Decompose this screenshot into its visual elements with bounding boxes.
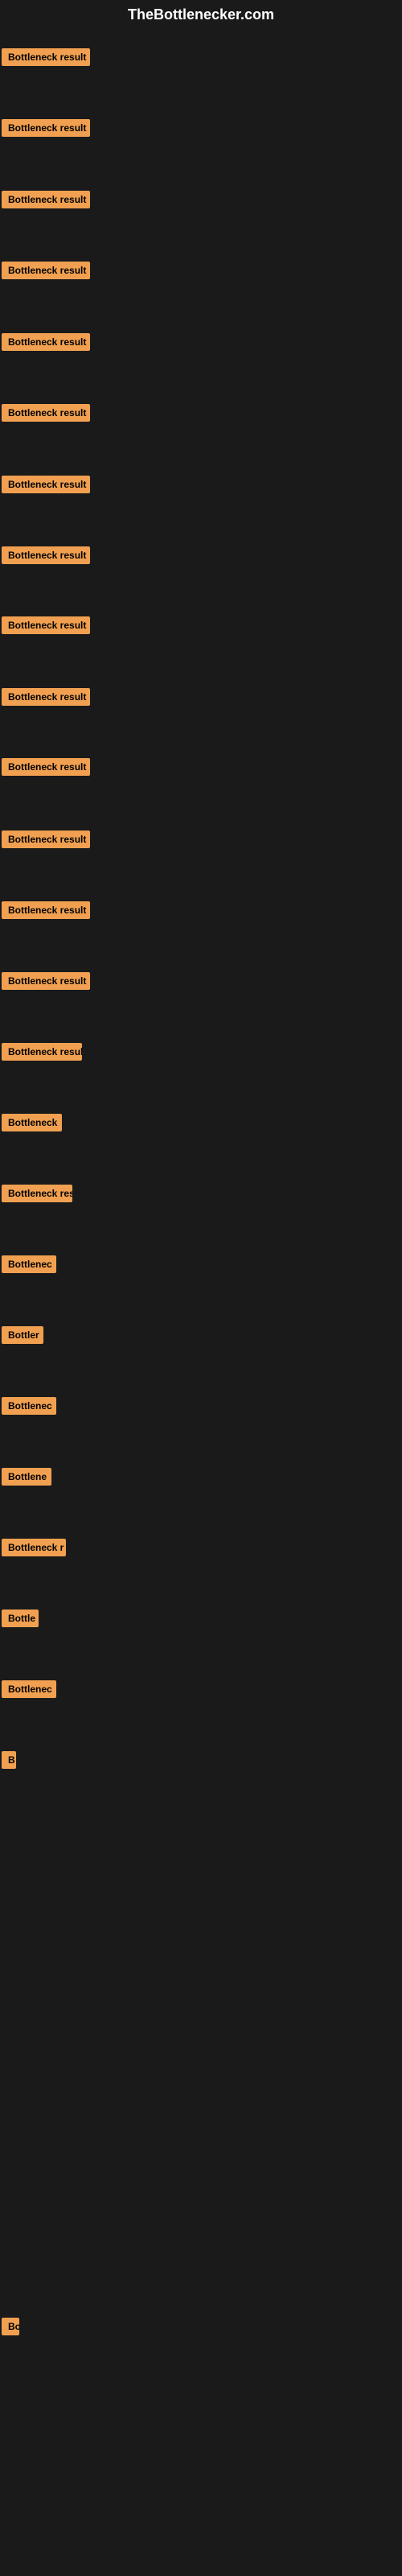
- bottleneck-badge[interactable]: Bottle: [2, 1609, 39, 1627]
- bottleneck-badge[interactable]: Bo: [2, 2318, 19, 2335]
- items-container: Bottleneck result Bottleneck result Bottle…: [0, 33, 402, 2576]
- bottleneck-badge[interactable]: Bottleneck result: [2, 333, 90, 351]
- bottleneck-badge[interactable]: Bottleneck result: [2, 48, 90, 66]
- bottleneck-badge[interactable]: Bottleneck result: [2, 758, 90, 776]
- bottleneck-badge[interactable]: Bottleneck result: [2, 901, 90, 919]
- bottleneck-badge[interactable]: Bottleneck r: [2, 1539, 66, 1556]
- site-title: TheBottlenecker.com: [0, 0, 402, 33]
- bottleneck-badge[interactable]: Bottleneck result: [2, 616, 90, 634]
- bottleneck-badge[interactable]: Bottleneck resul: [2, 1043, 82, 1061]
- bottleneck-badge[interactable]: Bottleneck result: [2, 404, 90, 422]
- bottleneck-badge[interactable]: Bottleneck result: [2, 191, 90, 208]
- bottleneck-badge[interactable]: Bottlenec: [2, 1680, 56, 1698]
- bottleneck-badge[interactable]: Bottleneck result: [2, 831, 90, 848]
- bottleneck-badge[interactable]: Bottlenec: [2, 1397, 56, 1415]
- bottleneck-badge[interactable]: Bottleneck result: [2, 972, 90, 990]
- bottleneck-badge[interactable]: Bottlenec: [2, 1255, 56, 1273]
- bottleneck-badge[interactable]: Bottleneck result: [2, 262, 90, 279]
- bottleneck-badge[interactable]: Bottleneck result: [2, 688, 90, 706]
- bottleneck-badge[interactable]: Bottleneck result: [2, 476, 90, 493]
- bottleneck-badge[interactable]: Bottleneck: [2, 1114, 62, 1131]
- bottleneck-badge[interactable]: Bottleneck result: [2, 119, 90, 137]
- bottleneck-badge[interactable]: B: [2, 1751, 16, 1769]
- bottleneck-badge[interactable]: Bottleneck res: [2, 1185, 72, 1202]
- bottleneck-badge[interactable]: Bottlene: [2, 1468, 51, 1486]
- bottleneck-badge[interactable]: Bottleneck result: [2, 546, 90, 564]
- bottleneck-badge[interactable]: Bottler: [2, 1326, 43, 1344]
